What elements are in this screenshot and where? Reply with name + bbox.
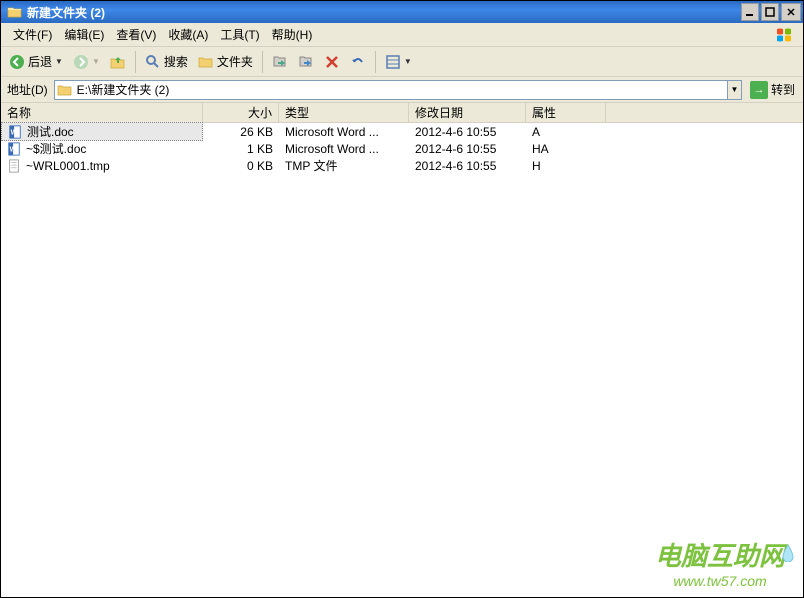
address-label: 地址(D) — [5, 81, 50, 98]
menu-favorites[interactable]: 收藏(A) — [162, 24, 214, 45]
col-type[interactable]: 类型 — [279, 103, 409, 122]
search-label: 搜索 — [164, 53, 188, 70]
menu-file[interactable]: 文件(F) — [7, 24, 58, 45]
delete-button[interactable] — [320, 52, 344, 72]
address-field-wrap: ▼ — [54, 80, 742, 100]
undo-icon — [350, 54, 366, 70]
undo-button[interactable] — [346, 52, 370, 72]
file-name: ~$测试.doc — [26, 140, 86, 157]
toolbar: 后退 ▼ ▼ 搜索 文件夹 ▼ — [1, 47, 803, 77]
up-folder-icon — [110, 54, 126, 70]
file-attr: H — [526, 159, 606, 173]
copy-to-icon — [298, 54, 314, 70]
views-icon — [385, 54, 401, 70]
file-list: W测试.doc26 KBMicrosoft Word ...2012-4-6 1… — [1, 123, 803, 174]
file-type: Microsoft Word ... — [279, 142, 409, 156]
address-dropdown-button[interactable]: ▼ — [727, 81, 741, 99]
file-type: TMP 文件 — [279, 157, 409, 174]
col-size[interactable]: 大小 — [203, 103, 279, 122]
menu-view[interactable]: 查看(V) — [110, 24, 162, 45]
search-button[interactable]: 搜索 — [141, 51, 192, 72]
titlebar[interactable]: 新建文件夹 (2) — [1, 1, 803, 23]
folder-icon — [7, 4, 23, 20]
up-button[interactable] — [106, 52, 130, 72]
move-to-button[interactable] — [268, 52, 292, 72]
menu-tools[interactable]: 工具(T) — [214, 24, 265, 45]
file-size: 0 KB — [203, 159, 279, 173]
menubar: 文件(F) 编辑(E) 查看(V) 收藏(A) 工具(T) 帮助(H) — [1, 23, 803, 47]
window-controls — [739, 3, 801, 21]
file-list-area[interactable]: 名称 大小 类型 修改日期 属性 W 测试.doc 26 KBMicrosoft W… — [1, 103, 803, 597]
col-name[interactable]: 名称 — [1, 103, 203, 122]
chevron-down-icon: ▼ — [92, 57, 100, 66]
maximize-button[interactable] — [761, 3, 779, 21]
file-size: 26 KB — [203, 125, 279, 139]
addressbar: 地址(D) ▼ → 转到 — [1, 77, 803, 103]
watermark: 电脑互助网 www.tw57.com — [655, 536, 785, 589]
forward-button[interactable]: ▼ — [69, 52, 104, 72]
droplet-icon — [781, 544, 795, 562]
file-name-cell: W ~$测试.doc — [1, 140, 203, 157]
menu-help[interactable]: 帮助(H) — [266, 24, 319, 45]
file-type: Microsoft Word ... — [279, 125, 409, 139]
file-row[interactable]: ~WRL0001.tmp 0 KBTMP 文件2012-4-6 10:55H — [1, 157, 803, 174]
search-icon — [145, 54, 161, 70]
back-label: 后退 — [28, 53, 52, 70]
folders-label: 文件夹 — [217, 53, 253, 70]
file-attr: HA — [526, 142, 606, 156]
chevron-down-icon: ▼ — [55, 57, 63, 66]
file-date: 2012-4-6 10:55 — [409, 125, 526, 139]
folders-button[interactable]: 文件夹 — [194, 51, 257, 72]
col-attr[interactable]: 属性 — [526, 103, 606, 122]
back-icon — [9, 54, 25, 70]
delete-icon — [324, 54, 340, 70]
word-doc-icon: W — [8, 125, 24, 139]
copy-to-button[interactable] — [294, 52, 318, 72]
file-row[interactable]: W ~$测试.doc 1 KBMicrosoft Word ...2012-4-6 … — [1, 140, 803, 157]
svg-text:W: W — [10, 146, 17, 153]
column-headers: 名称 大小 类型 修改日期 属性 — [1, 103, 803, 123]
file-name: ~WRL0001.tmp — [26, 159, 110, 173]
file-attr: A — [526, 125, 606, 139]
watermark-text: 电脑互助网 — [655, 536, 785, 573]
chevron-down-icon: ▼ — [404, 57, 412, 66]
goto-button[interactable]: → 转到 — [746, 81, 799, 99]
goto-icon: → — [750, 81, 768, 99]
col-modified[interactable]: 修改日期 — [409, 103, 526, 122]
move-to-icon — [272, 54, 288, 70]
windows-flag-icon — [773, 25, 797, 45]
watermark-url: www.tw57.com — [655, 573, 785, 589]
file-name-cell: ~WRL0001.tmp — [1, 159, 203, 173]
file-size: 1 KB — [203, 142, 279, 156]
minimize-button[interactable] — [741, 3, 759, 21]
explorer-window: 新建文件夹 (2) 文件(F) 编辑(E) 查看(V) 收藏(A) 工具(T) … — [0, 0, 804, 598]
svg-text:W: W — [11, 129, 18, 136]
menu-edit[interactable]: 编辑(E) — [58, 24, 110, 45]
back-button[interactable]: 后退 ▼ — [5, 51, 67, 72]
window-title: 新建文件夹 (2) — [27, 4, 739, 21]
forward-icon — [73, 54, 89, 70]
folder-icon — [57, 82, 73, 98]
goto-label: 转到 — [771, 81, 795, 98]
file-name-cell: W 测试.doc — [1, 122, 203, 141]
views-button[interactable]: ▼ — [381, 52, 416, 72]
file-date: 2012-4-6 10:55 — [409, 142, 526, 156]
folders-icon — [198, 54, 214, 70]
file-date: 2012-4-6 10:55 — [409, 159, 526, 173]
file-row[interactable]: W 测试.doc 26 KBMicrosoft Word ...2012-4-6 1… — [1, 123, 803, 140]
word-doc-icon: W — [7, 142, 23, 156]
close-button[interactable] — [781, 3, 801, 21]
file-name: 测试.doc — [27, 123, 74, 140]
address-input[interactable] — [75, 83, 727, 97]
file-icon — [7, 159, 23, 173]
